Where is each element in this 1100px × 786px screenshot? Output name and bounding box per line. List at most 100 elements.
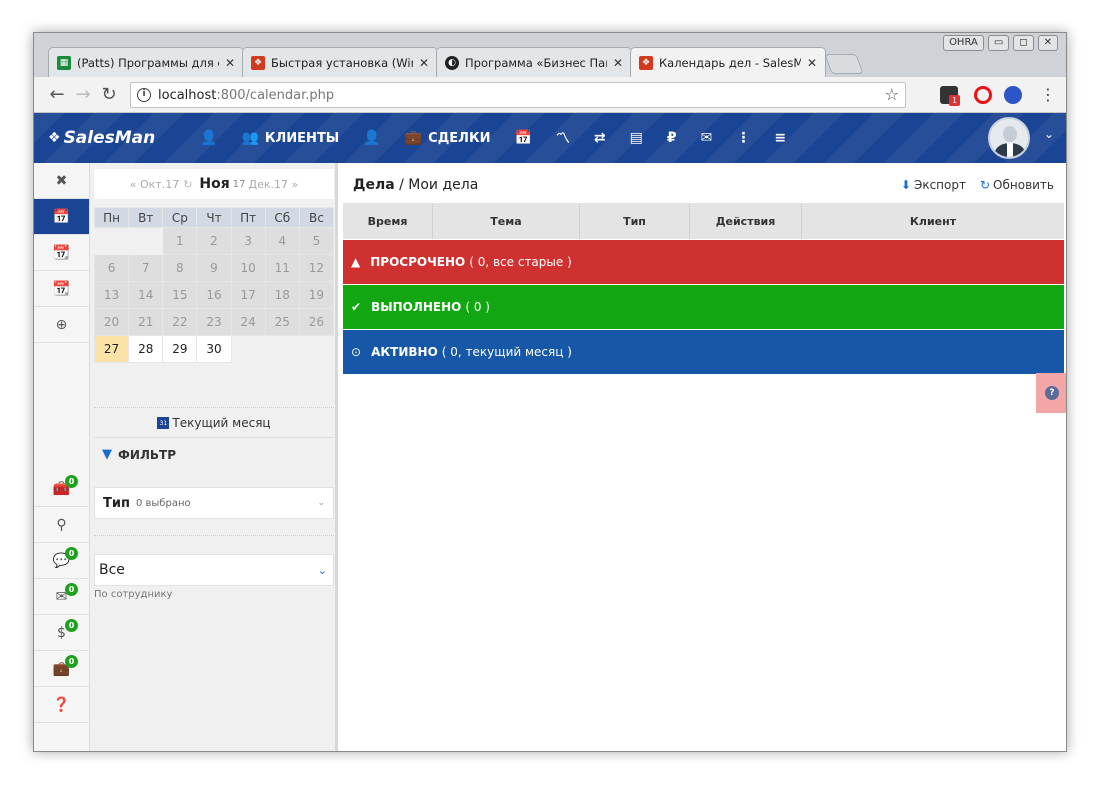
chevron-down-icon[interactable]: ⌄	[1044, 127, 1054, 141]
close-window-button[interactable]: ✕	[1037, 35, 1058, 51]
day-cell[interactable]: 11	[264, 254, 300, 282]
employee-select[interactable]: Все ⌄	[94, 554, 334, 586]
export-button[interactable]: ⬇ Экспорт	[901, 178, 966, 192]
group-overdue[interactable]: ▲ ПРОСРОЧЕНО( 0, все старые )	[343, 240, 1064, 284]
day-cell[interactable]: 8	[162, 254, 198, 282]
day-cell[interactable]: 7	[128, 254, 164, 282]
extension-icon[interactable]: 1	[940, 86, 960, 106]
day-cell[interactable]: 20	[93, 308, 130, 336]
day-cell[interactable]: 1	[162, 227, 198, 255]
tab-install[interactable]: ❖ Быстрая установка (Win ✕	[242, 47, 438, 77]
nav-inbox[interactable]: ▤	[618, 113, 655, 163]
day-cell[interactable]: 28	[128, 335, 164, 363]
day-cell[interactable]: 3	[230, 227, 266, 255]
info-icon[interactable]: i	[137, 88, 151, 102]
calendar-users-button[interactable]: 📆	[34, 271, 89, 307]
column-actions[interactable]: Действия	[690, 203, 802, 239]
day-cell[interactable]: 4	[264, 227, 300, 255]
day-cell[interactable]: 13	[93, 281, 130, 309]
help-widget[interactable]: ?	[1036, 373, 1066, 413]
day-cell[interactable]: 16	[196, 281, 232, 309]
group-active[interactable]: ⊙ АКТИВНО( 0, текущий месяц )	[343, 330, 1064, 374]
tab-calendar[interactable]: ❖ Календарь дел - SalesM ✕	[630, 47, 826, 77]
help-button[interactable]: ❓	[34, 687, 89, 723]
my-tasks-button[interactable]: 📅	[34, 199, 89, 235]
nav-shuffle[interactable]: ⇄	[582, 113, 618, 163]
day-cell[interactable]: 10	[230, 254, 266, 282]
nav-menu[interactable]: ≡	[762, 113, 798, 163]
current-month-button[interactable]: 31 Текущий месяц	[94, 407, 334, 438]
calendar-flag-button[interactable]: 📆	[34, 235, 89, 271]
nav-mail[interactable]: ✉	[689, 113, 725, 163]
chat-button[interactable]: 💬 0	[34, 543, 89, 579]
address-bar[interactable]: i localhost:800/calendar.php ☆	[130, 82, 906, 108]
browser-menu-icon[interactable]: ⋮	[1040, 85, 1056, 104]
day-cell[interactable]: 5	[298, 227, 335, 255]
close-icon[interactable]: ✕	[419, 56, 429, 70]
column-subject[interactable]: Тема	[433, 203, 580, 239]
refresh-button[interactable]: ↻ Обновить	[980, 178, 1054, 192]
day-cell[interactable]: 9	[196, 254, 232, 282]
close-icon[interactable]: ✕	[807, 56, 817, 70]
back-icon[interactable]: ←	[44, 84, 70, 105]
day-cell[interactable]: 26	[298, 308, 335, 336]
filter-heading: ▼ ФИЛЬТР	[102, 447, 176, 462]
prev-month-link[interactable]: « Окт.17	[130, 178, 179, 191]
day-cell[interactable]: 27	[93, 335, 130, 363]
avatar[interactable]	[988, 117, 1030, 159]
group-done[interactable]: ✔ ВЫПОЛНЕНО( 0 )	[343, 285, 1064, 329]
day-cell[interactable]: 22	[162, 308, 198, 336]
close-icon[interactable]: ✕	[225, 56, 235, 70]
day-cell[interactable]: 23	[196, 308, 232, 336]
app-logo[interactable]: ❖ SalesMan	[48, 128, 188, 148]
reset-icon[interactable]: ↻	[183, 178, 192, 191]
day-cell[interactable]: 19	[298, 281, 335, 309]
day-cell[interactable]: 21	[128, 308, 164, 336]
day-cell[interactable]: 17	[230, 281, 266, 309]
search-button[interactable]: ⚲	[34, 507, 89, 543]
breadcrumb-root[interactable]: Дела	[353, 177, 395, 193]
money-button[interactable]: $0	[34, 615, 89, 651]
day-cell[interactable]: 12	[298, 254, 335, 282]
day-cell[interactable]: 2	[196, 227, 232, 255]
profile-label[interactable]: OHRA	[943, 35, 984, 51]
day-cell[interactable]: 25	[264, 308, 300, 336]
next-month-link[interactable]: Дек.17 »	[248, 178, 298, 191]
bookmark-star-icon[interactable]: ☆	[885, 85, 899, 104]
type-select[interactable]: Тип 0 выбрано ⌄	[94, 487, 334, 519]
new-tab-button[interactable]	[824, 54, 864, 74]
tab-business-pack[interactable]: ◐ Программа «Бизнес Пак ✕	[436, 47, 632, 77]
reload-icon[interactable]: ↻	[96, 84, 122, 105]
day-cell[interactable]: 15	[162, 281, 198, 309]
column-type[interactable]: Тип	[580, 203, 690, 239]
close-icon[interactable]: ✕	[613, 56, 623, 70]
day-cell[interactable]: 18	[264, 281, 300, 309]
day-cell[interactable]: 24	[230, 308, 266, 336]
plus-circle-icon: ⊕	[55, 316, 68, 333]
deals-button[interactable]: 💼 0	[34, 651, 89, 687]
nav-calendar[interactable]: 📅	[502, 113, 543, 163]
vpn-icon[interactable]	[1004, 86, 1022, 104]
forward-icon[interactable]: →	[70, 84, 96, 105]
nav-stats[interactable]: 〽	[544, 113, 582, 163]
day-cell[interactable]: 14	[128, 281, 164, 309]
opera-icon[interactable]	[974, 86, 992, 104]
mail-button[interactable]: ✉ 0	[34, 579, 89, 615]
column-time[interactable]: Время	[343, 203, 433, 239]
day-cell[interactable]: 30	[196, 335, 232, 363]
column-client[interactable]: Клиент	[802, 203, 1064, 239]
day-cell[interactable]: 6	[93, 254, 130, 282]
nav-clients[interactable]: 👥 КЛИЕНТЫ	[229, 113, 351, 163]
nav-add-client[interactable]: 👤	[188, 113, 229, 163]
tab-patts[interactable]: ▦ (Patts) Программы для с ✕	[48, 47, 244, 77]
maximize-button[interactable]: ◻	[1013, 35, 1034, 51]
nav-finance[interactable]: ₽	[655, 113, 689, 163]
add-task-button[interactable]: ⊕	[34, 307, 89, 343]
minimize-button[interactable]: ▭	[987, 35, 1010, 51]
nav-contacts[interactable]: 👤	[351, 113, 392, 163]
nav-deals[interactable]: 💼 СДЕЛКИ	[393, 113, 503, 163]
collapse-button[interactable]: ✖	[34, 163, 89, 199]
medkit-button[interactable]: 🧰 0	[34, 471, 89, 507]
day-cell[interactable]: 29	[162, 335, 198, 363]
nav-more[interactable]: ⋮	[724, 113, 762, 163]
